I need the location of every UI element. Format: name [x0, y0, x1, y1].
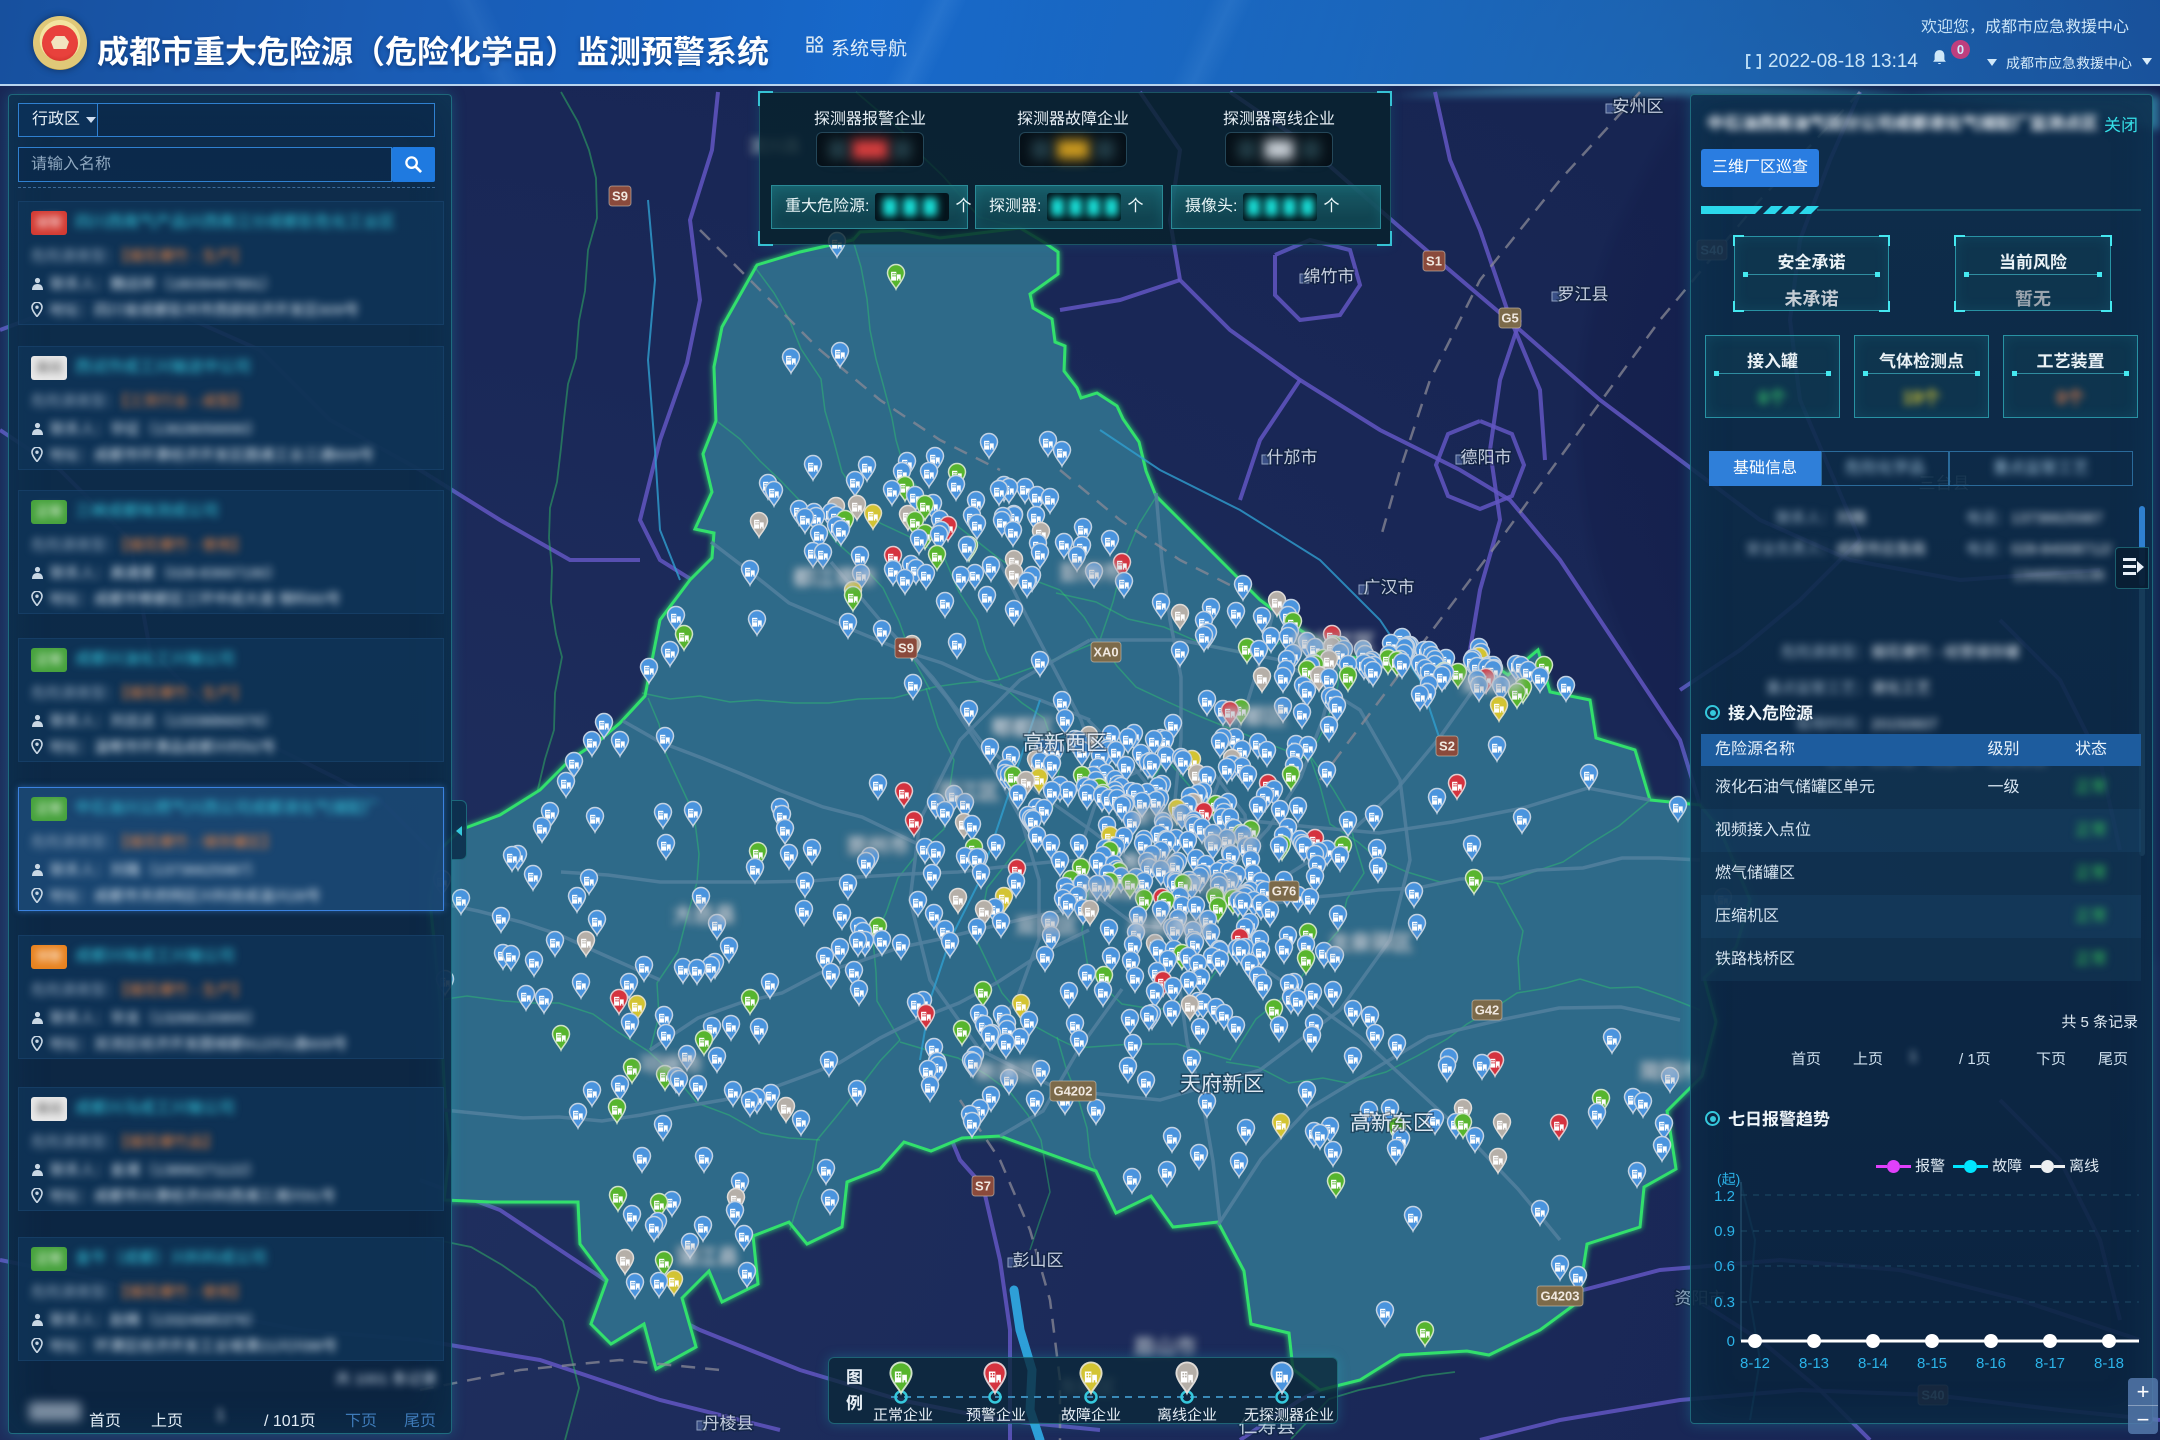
svg-text:0: 0	[1727, 1333, 1735, 1350]
svg-text:XA0: XA0	[1093, 645, 1118, 660]
svg-text:崇州市: 崇州市	[847, 835, 910, 858]
svg-text:G42: G42	[1475, 1003, 1500, 1018]
svg-text:锦江区: 锦江区	[1184, 875, 1241, 896]
svg-text:武侯区: 武侯区	[1084, 881, 1141, 902]
svg-text:S9: S9	[898, 641, 914, 656]
svg-text:都江堰市: 都江堰市	[793, 567, 877, 590]
svg-text:彭山区: 彭山区	[1013, 1251, 1064, 1270]
svg-text:0.3: 0.3	[1714, 1294, 1735, 1311]
svg-text:8-17: 8-17	[2035, 1355, 2065, 1372]
svg-text:眉山市: 眉山市	[1134, 1336, 1197, 1359]
svg-text:(起): (起)	[1717, 1171, 1740, 1187]
svg-text:G76: G76	[1272, 884, 1297, 899]
svg-text:天府新区: 天府新区	[1180, 1073, 1264, 1096]
svg-text:彭州市: 彭州市	[1060, 562, 1123, 585]
svg-text:蒲江县: 蒲江县	[676, 1246, 739, 1269]
svg-text:8-13: 8-13	[1799, 1355, 1829, 1372]
svg-text:8-14: 8-14	[1858, 1355, 1888, 1372]
svg-text:S9: S9	[612, 189, 628, 204]
svg-text:S7: S7	[975, 1179, 991, 1194]
svg-text:8-12: 8-12	[1740, 1355, 1770, 1372]
svg-text:大邑县: 大邑县	[673, 904, 736, 927]
svg-text:丹棱县: 丹棱县	[703, 1414, 754, 1433]
svg-text:成华区: 成华区	[1202, 830, 1259, 851]
svg-text:罗江县: 罗江县	[1558, 285, 1609, 304]
svg-text:0.9: 0.9	[1714, 1223, 1735, 1240]
svg-text:8-18: 8-18	[2094, 1355, 2124, 1372]
svg-text:青白江区: 青白江区	[1291, 632, 1375, 655]
svg-text:8-15: 8-15	[1917, 1355, 1947, 1372]
svg-text:青羊区: 青羊区	[1121, 852, 1178, 874]
svg-text:新津区: 新津区	[976, 1061, 1039, 1084]
svg-text:温江区: 温江区	[937, 781, 1000, 804]
svg-text:绵竹市: 绵竹市	[1304, 267, 1355, 286]
svg-text:高新南区: 高新南区	[1128, 916, 1212, 939]
svg-text:邛崃市: 邛崃市	[640, 1054, 703, 1077]
svg-text:S2: S2	[1439, 739, 1455, 754]
svg-text:双流区: 双流区	[1016, 915, 1079, 938]
svg-text:龙泉驿区: 龙泉驿区	[1329, 932, 1413, 955]
svg-text:安州区: 安州区	[1613, 97, 1664, 116]
svg-text:金堂县: 金堂县	[1461, 672, 1524, 695]
svg-text:G5: G5	[1501, 311, 1518, 326]
svg-text:高新西区: 高新西区	[1023, 732, 1107, 755]
svg-text:广汉市: 广汉市	[1364, 578, 1415, 597]
svg-text:高新东区: 高新东区	[1350, 1112, 1434, 1135]
svg-text:S1: S1	[1426, 254, 1442, 269]
svg-text:G4202: G4202	[1053, 1084, 1092, 1099]
svg-text:8-16: 8-16	[1976, 1355, 2006, 1372]
svg-text:德阳市: 德阳市	[1461, 448, 1512, 467]
svg-text:什邡市: 什邡市	[1267, 448, 1318, 467]
svg-text:新都区: 新都区	[1224, 706, 1287, 729]
svg-text:G4203: G4203	[1540, 1289, 1579, 1304]
svg-text:0.6: 0.6	[1714, 1258, 1735, 1275]
svg-text:1.2: 1.2	[1714, 1188, 1735, 1205]
svg-text:金牛区: 金牛区	[1131, 805, 1188, 827]
